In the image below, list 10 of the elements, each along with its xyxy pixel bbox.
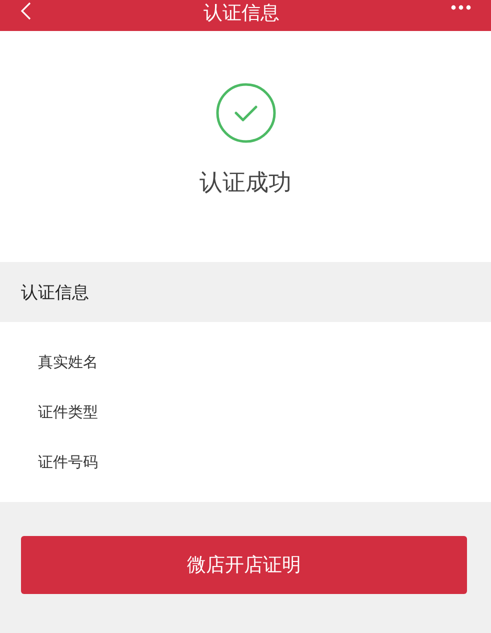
field-label: 真实姓名 — [38, 352, 98, 372]
certificate-button[interactable]: 微店开店证明 — [21, 536, 467, 594]
success-message: 认证成功 — [200, 169, 292, 198]
section-title: 认证信息 — [21, 282, 89, 304]
back-icon[interactable] — [20, 2, 32, 20]
field-label: 证件号码 — [38, 452, 98, 472]
field-label: 证件类型 — [38, 402, 98, 422]
page-title: 认证信息 — [204, 2, 280, 24]
more-icon[interactable] — [451, 5, 471, 10]
check-circle-icon — [216, 83, 276, 143]
